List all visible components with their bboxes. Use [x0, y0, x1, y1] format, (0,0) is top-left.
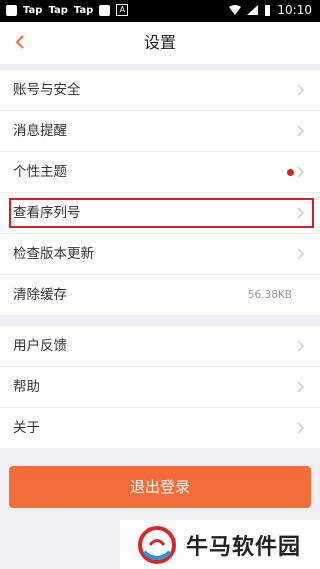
chevron-right-icon: [297, 340, 304, 352]
settings-item-notifications[interactable]: 消息提醒: [0, 111, 320, 152]
item-label: 账号与安全: [13, 82, 81, 98]
settings-item-clear-cache[interactable]: 清除缓存 56.38KB: [0, 275, 320, 315]
item-label: 个性主题: [13, 164, 67, 180]
settings-item-theme[interactable]: 个性主题: [0, 152, 320, 193]
watermark-logo-icon: [138, 525, 176, 564]
settings-item-check-update[interactable]: 检查版本更新: [0, 234, 320, 275]
settings-item-about[interactable]: 关于: [0, 408, 320, 448]
chevron-right-icon: [297, 84, 304, 96]
chevron-right-icon: [297, 125, 304, 137]
chevron-right-icon: [297, 207, 304, 219]
settings-item-help[interactable]: 帮助: [0, 367, 320, 408]
settings-group-2: 用户反馈 帮助 关于: [0, 326, 320, 448]
app-icon-2: [99, 4, 111, 16]
settings-item-serial-number[interactable]: 查看序列号: [0, 193, 320, 234]
nav-bar: 设置: [0, 22, 320, 64]
logout-button[interactable]: 退出登录: [9, 466, 311, 508]
watermark: 牛马软件园: [120, 520, 320, 569]
battery-icon: [265, 4, 271, 16]
settings-group-1: 账号与安全 消息提醒 个性主题 查看序列号 检查版本更新 清除缓存 56.38K…: [0, 70, 320, 315]
app-icon: [6, 4, 17, 16]
page-title: 设置: [143, 33, 176, 52]
item-label: 帮助: [13, 379, 40, 395]
settings-item-account-security[interactable]: 账号与安全: [0, 70, 320, 111]
wifi-icon: [229, 5, 242, 15]
notification-tap-3: Tap: [73, 4, 94, 16]
item-label: 用户反馈: [13, 338, 67, 354]
notification-tap-1: Tap: [23, 4, 43, 16]
signal-icon: [247, 5, 259, 15]
item-label: 查看序列号: [13, 205, 81, 221]
red-dot-badge: [287, 169, 294, 176]
item-label: 检查版本更新: [13, 246, 94, 262]
chevron-right-icon: [297, 248, 304, 260]
settings-item-feedback[interactable]: 用户反馈: [0, 326, 320, 367]
status-bar: Tap Tap Tap A 10:10: [0, 0, 320, 22]
chevron-right-icon: [297, 166, 304, 178]
status-left: Tap Tap Tap A: [6, 4, 129, 16]
watermark-text: 牛马软件园: [186, 534, 302, 560]
chevron-right-icon: [297, 422, 304, 434]
clock: 10:10: [277, 3, 312, 17]
item-label: 关于: [13, 420, 40, 436]
item-label: 清除缓存: [13, 287, 67, 303]
cache-size: 56.38KB: [247, 289, 292, 301]
item-label: 消息提醒: [13, 123, 67, 139]
status-right: 10:10: [229, 3, 312, 17]
chevron-right-icon: [297, 381, 304, 393]
notification-tap-2: Tap: [48, 4, 68, 16]
a-icon: A: [116, 4, 129, 16]
